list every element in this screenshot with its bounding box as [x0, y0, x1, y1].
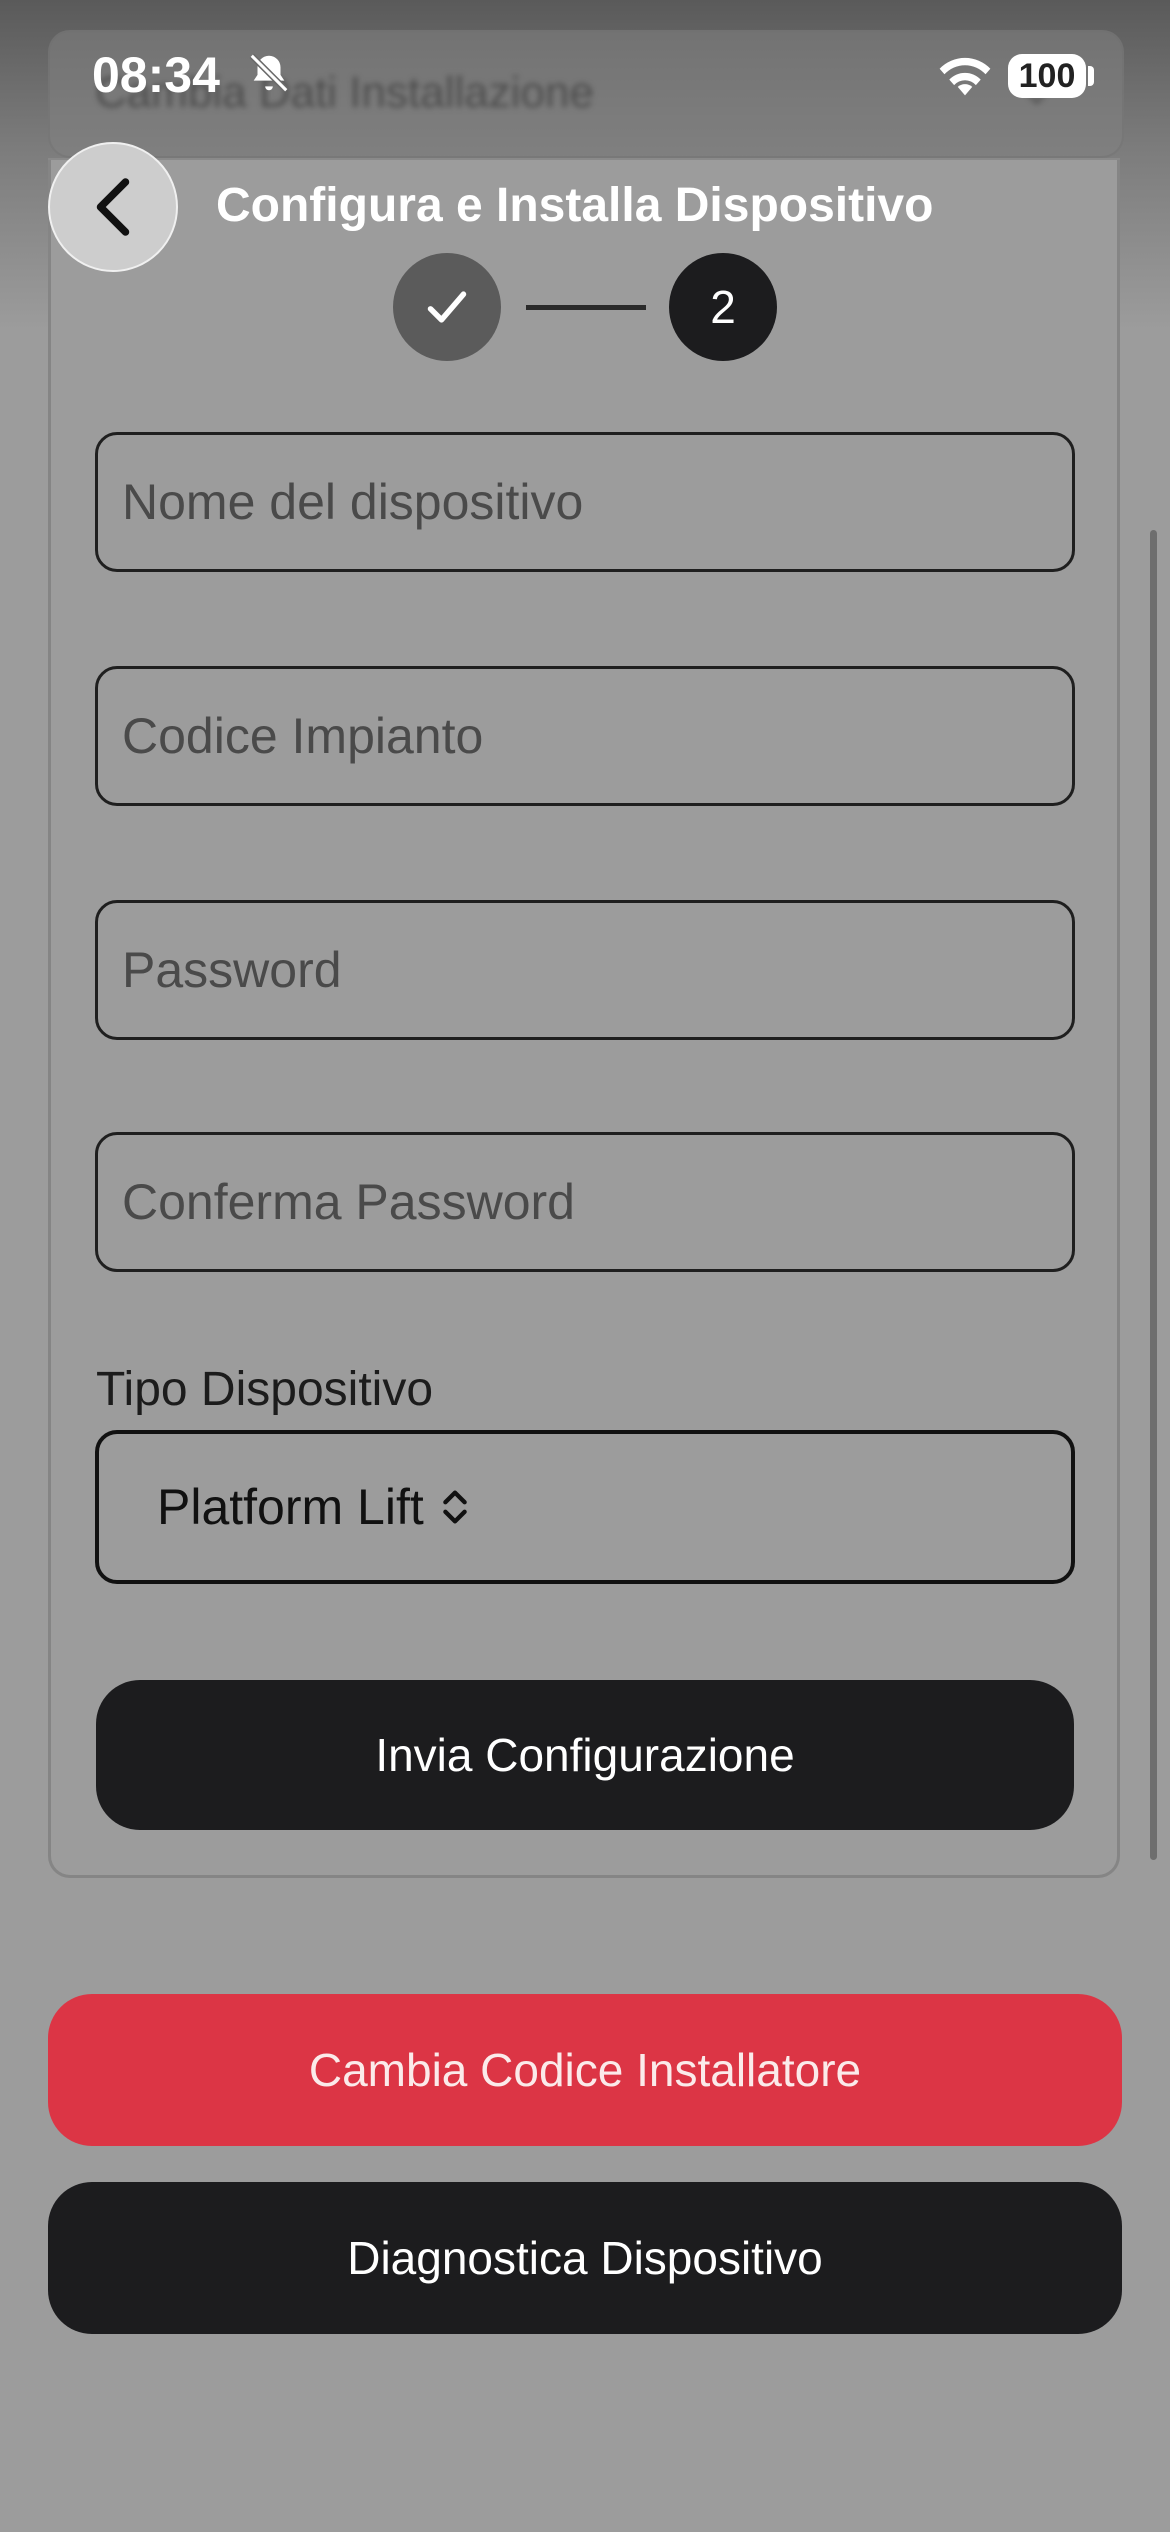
device-type-value: Platform Lift: [157, 1479, 424, 1535]
stepper-connector: [526, 305, 646, 310]
device-diagnostics-button[interactable]: Diagnostica Dispositivo: [48, 2182, 1122, 2334]
change-installer-code-button[interactable]: Cambia Codice Installatore: [48, 1994, 1122, 2146]
chevron-left-icon: [96, 178, 130, 236]
step-2-current: 2: [669, 253, 777, 361]
status-time: 08:34: [92, 47, 220, 103]
confirm-password-input[interactable]: [95, 1132, 1075, 1272]
bell-slash-icon: [249, 53, 289, 93]
device-name-input[interactable]: [95, 432, 1075, 572]
battery-tip: [1088, 66, 1094, 86]
plant-code-input[interactable]: [95, 666, 1075, 806]
scrollbar[interactable]: [1150, 530, 1157, 1860]
back-button[interactable]: [48, 142, 178, 272]
step-1-completed: [393, 253, 501, 361]
page-title: Configura e Installa Dispositivo: [216, 179, 934, 232]
password-input[interactable]: [95, 900, 1075, 1040]
wifi-icon: [939, 57, 991, 96]
submit-configuration-button[interactable]: Invia Configurazione: [96, 1680, 1074, 1830]
chevron-up-down-icon: [442, 1490, 467, 1524]
device-type-label: Tipo Dispositivo: [96, 1363, 434, 1416]
battery-icon: 100: [1008, 54, 1086, 98]
device-type-select[interactable]: Platform Lift: [95, 1430, 1075, 1584]
checkmark-icon: [427, 291, 467, 323]
